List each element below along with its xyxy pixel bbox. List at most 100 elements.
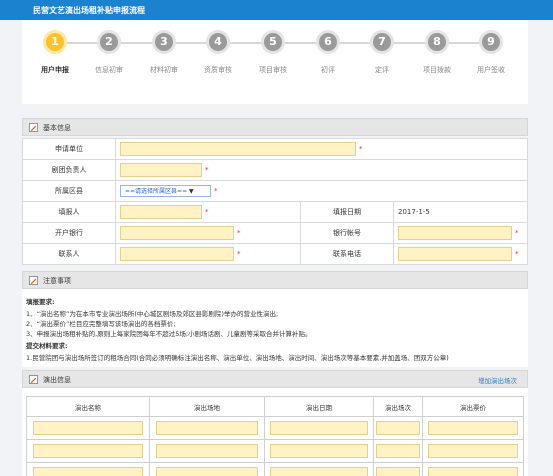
form-row: 开户银行 * 银行帐号 *	[22, 222, 528, 244]
step-7-circle: 7	[370, 30, 394, 54]
step-8-label: 项目拨款	[423, 66, 451, 74]
required-mark: *	[237, 229, 241, 237]
account-input[interactable]	[398, 226, 512, 240]
performance-title: 演出信息	[43, 376, 71, 384]
step-3-label: 材料初审	[150, 66, 178, 74]
contact-input[interactable]	[120, 247, 234, 261]
step-5-circle: 5	[261, 30, 285, 54]
form-row: 所属区县 ==请选择所属区县== ▼ *	[22, 180, 528, 202]
page: 民营文艺演出场租补贴申报流程 1 2 3 4 5 6 7 8 9 用户申报 信息…	[0, 0, 553, 476]
step-3-circle: 3	[152, 30, 176, 54]
note-line: 2、“演出票价”栏目应完整填写该场演出的各档票价;	[26, 320, 176, 328]
column-header: 演出场地	[149, 396, 265, 417]
district-select-value: ==请选择所属区县==	[125, 188, 188, 195]
applicant-label: 申请单位	[22, 138, 116, 160]
required-mark: *	[205, 208, 209, 216]
required-mark: *	[515, 250, 519, 258]
form-row: 填报人 * 填报日期 2017-1-5	[22, 201, 528, 223]
price-cell-input[interactable]	[428, 421, 518, 435]
required-mark: *	[515, 229, 519, 237]
date-value: 2017-1-5	[393, 201, 528, 223]
step-1-circle: 1	[43, 30, 67, 54]
notes-title: 注意事项	[43, 277, 71, 285]
step-4-circle: 4	[206, 30, 230, 54]
window-title: 民营文艺演出场租补贴申报流程	[33, 6, 145, 15]
count-cell-input[interactable]	[376, 467, 420, 476]
step-9-label: 用户签收	[477, 66, 505, 74]
district-select[interactable]: ==请选择所属区县== ▼	[120, 185, 211, 197]
column-header: 演出日期	[264, 396, 374, 417]
fill-requirements-title: 填报要求:	[26, 298, 55, 306]
phone-input[interactable]	[398, 247, 512, 261]
date-label: 填报日期	[300, 201, 394, 223]
required-mark: *	[205, 166, 209, 174]
legal-person-label: 剧团负责人	[22, 159, 116, 181]
table-row	[26, 416, 524, 440]
note-line: 1、“演出名称”为在本市专业演出场所(中心城区剧场及郊区县影剧院)举办的营业性演…	[26, 310, 279, 318]
performance-header: 演出信息 增加演出场次	[22, 370, 528, 388]
filler-input[interactable]	[120, 205, 202, 219]
required-mark: *	[237, 250, 241, 258]
progress-steps: 1 2 3 4 5 6 7 8 9 用户申报 信息初审 材料初审 资质审核 项目…	[22, 20, 528, 104]
note-line: 3、申报演出场租补贴的,原则上每家院团每年不超过5场;小剧场话剧、儿童剧等采取合…	[26, 330, 312, 338]
filler-label: 填报人	[22, 201, 116, 223]
column-header: 演出名称	[26, 396, 150, 417]
add-performance-link[interactable]: 增加演出场次	[478, 375, 517, 385]
edit-icon	[29, 123, 38, 132]
performance-section: 演出名称 演出场地 演出日期 演出场次 演出票价	[22, 388, 528, 476]
count-cell-input[interactable]	[376, 444, 420, 458]
legal-person-input[interactable]	[120, 163, 202, 177]
chevron-down-icon: ▼	[189, 188, 194, 195]
note-line: 1.民营院团与演出场所签订的租场合同(合同必须明确标注演出名称、演出单位、演出场…	[26, 354, 449, 362]
notes-header: 注意事项	[22, 271, 528, 289]
step-9-circle: 9	[479, 30, 503, 54]
form-row: 剧团负责人 *	[22, 159, 528, 181]
count-cell-input[interactable]	[376, 421, 420, 435]
bank-input[interactable]	[120, 226, 234, 240]
step-7-label: 定评	[375, 66, 389, 74]
step-5-label: 项目审核	[259, 66, 287, 74]
basic-info-title: 基本信息	[43, 124, 71, 132]
step-6-circle: 6	[316, 30, 340, 54]
phone-label: 联系电话	[300, 243, 394, 265]
name-cell-input[interactable]	[33, 444, 143, 458]
venue-cell-input[interactable]	[155, 467, 259, 476]
form-row: 申请单位 *	[22, 138, 528, 160]
column-header: 演出场次	[373, 396, 423, 417]
step-2-label: 信息初审	[95, 66, 123, 74]
basic-info-header: 基本信息	[22, 118, 528, 136]
district-label: 所属区县	[22, 180, 116, 202]
materials-title: 提交材料要求:	[26, 342, 68, 350]
table-row	[26, 462, 524, 476]
venue-cell-input[interactable]	[155, 444, 259, 458]
step-8-circle: 8	[425, 30, 449, 54]
required-mark: *	[214, 187, 218, 195]
required-mark: *	[359, 145, 363, 153]
applicant-input[interactable]	[120, 142, 356, 156]
step-6-label: 初评	[321, 66, 335, 74]
table-row	[26, 439, 524, 463]
form-row: 联系人 * 联系电话 *	[22, 243, 528, 265]
account-label: 银行帐号	[300, 222, 394, 244]
name-cell-input[interactable]	[33, 467, 143, 476]
performance-table: 演出名称 演出场地 演出日期 演出场次 演出票价	[26, 396, 524, 476]
name-cell-input[interactable]	[33, 421, 143, 435]
basic-info-form: 申请单位 * 剧团负责人 * 所属区县 ==请选择所属区县== ▼ * 填报人 *…	[22, 138, 528, 265]
price-cell-input[interactable]	[428, 444, 518, 458]
date-cell-input[interactable]	[270, 467, 368, 476]
step-1-label: 用户申报	[41, 66, 69, 74]
venue-cell-input[interactable]	[155, 421, 259, 435]
date-cell-input[interactable]	[270, 444, 368, 458]
edit-icon	[29, 276, 38, 285]
title-bar: 民营文艺演出场租补贴申报流程	[0, 0, 553, 20]
table-header-row: 演出名称 演出场地 演出日期 演出场次 演出票价	[26, 396, 524, 417]
contact-label: 联系人	[22, 243, 116, 265]
bank-label: 开户银行	[22, 222, 116, 244]
date-cell-input[interactable]	[270, 421, 368, 435]
step-2-circle: 2	[97, 30, 121, 54]
column-header: 演出票价	[422, 396, 524, 417]
price-cell-input[interactable]	[428, 467, 518, 476]
step-4-label: 资质审核	[204, 66, 232, 74]
edit-icon	[29, 375, 38, 384]
notes-body: 填报要求: 1、“演出名称”为在本市专业演出场所(中心城区剧场及郊区县影剧院)举…	[22, 289, 528, 367]
